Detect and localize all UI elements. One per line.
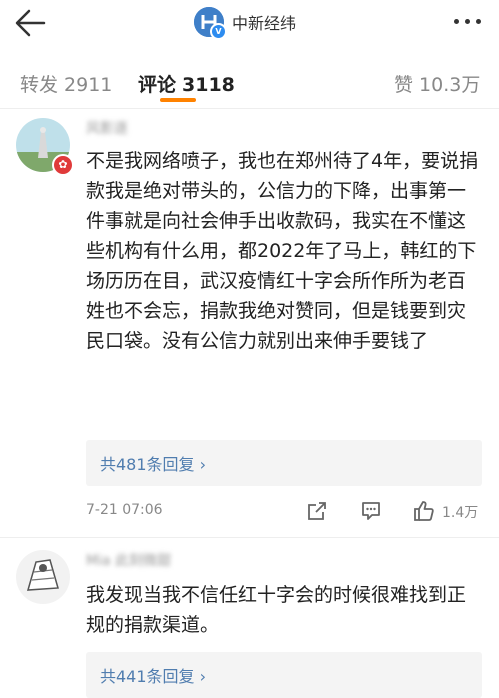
share-icon[interactable]: [306, 500, 328, 526]
username[interactable]: 风影逐: [86, 118, 128, 138]
tab-label: 评论: [138, 74, 177, 96]
username[interactable]: Mia 此刻微甜: [86, 550, 171, 570]
tab-bar: 转发 2911 评论 3118 赞 10.3万: [0, 58, 499, 109]
tab-label: 赞: [394, 74, 414, 96]
comment-text: 不是我网络喷子，我也在郑州待了4年，要说捐款我是绝对带头的，公信力的下降，出事第…: [86, 150, 479, 352]
tab-count: 2911: [64, 74, 113, 96]
divider: [0, 537, 499, 538]
tab-count: 3118: [182, 74, 235, 96]
account-header[interactable]: V 中新经纬: [194, 6, 297, 40]
avatar[interactable]: [16, 550, 70, 604]
tab-count: 10.3万: [419, 74, 481, 96]
like-count: 1.4万: [442, 505, 479, 521]
tab-comments[interactable]: 评论 3118: [138, 70, 235, 97]
tab-likes[interactable]: 赞 10.3万: [394, 70, 480, 97]
account-name: 中新经纬: [232, 14, 297, 33]
thumbs-up-icon[interactable]: [412, 499, 436, 527]
more-dots-icon[interactable]: [451, 12, 485, 32]
tab-label: 转发: [20, 74, 59, 96]
tab-reposts[interactable]: 转发 2911: [20, 70, 112, 97]
comment-text: 我发现当我不信任红十字会的时候很难找到正规的捐款渠道。: [86, 584, 467, 636]
comment-time: 7-21 07:06: [86, 502, 163, 518]
replies-button[interactable]: 共481条回复 ›: [86, 440, 482, 486]
replies-label: 共441条回复 ›: [100, 667, 207, 686]
account-avatar: V: [194, 7, 227, 40]
replies-label: 共481条回复 ›: [100, 455, 207, 474]
replies-button[interactable]: 共441条回复 ›: [86, 652, 482, 698]
top-bar: V 中新经纬: [0, 0, 499, 46]
verified-badge: V: [210, 23, 227, 40]
active-tab-indicator: [160, 98, 196, 102]
member-badge-icon: ✿: [52, 154, 74, 176]
arrow-left-icon[interactable]: [12, 6, 48, 40]
comment-icon[interactable]: [360, 500, 382, 526]
